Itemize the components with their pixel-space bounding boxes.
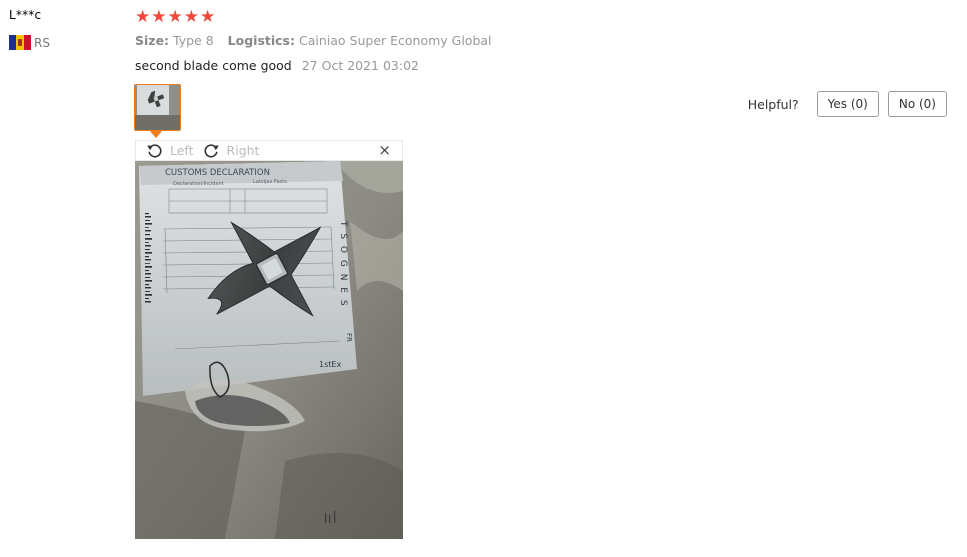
- thumbnail-pointer: [150, 131, 162, 138]
- reviewer-name: L***c: [9, 8, 42, 22]
- logistics-label: Logistics:: [227, 33, 295, 48]
- close-icon[interactable]: ×: [378, 141, 391, 160]
- photo-corner-text: 1stEx: [319, 360, 341, 369]
- rotate-right-icon: [204, 144, 219, 158]
- product-attributes: Size: Type 8 Logistics: Cainiao Super Ec…: [135, 33, 492, 48]
- helpful-vote: Helpful? Yes (0) No (0): [748, 91, 947, 117]
- size-value: Type 8: [173, 33, 214, 48]
- rotate-left-icon: [147, 144, 162, 158]
- photo-form-subtitle-right: Latvijas Pasts: [253, 179, 287, 185]
- photo-side-text: T S O G N E S: [338, 220, 348, 308]
- rotate-right-button[interactable]: Right: [203, 143, 260, 158]
- helpful-yes-button[interactable]: Yes (0): [816, 91, 879, 117]
- photo-viewer: Left Right × CUSTOMS DECLARATION Declara…: [135, 140, 403, 539]
- rotate-left-label: Left: [170, 143, 194, 158]
- rotate-right-label: Right: [226, 143, 260, 158]
- helpful-no-button[interactable]: No (0): [887, 91, 947, 117]
- photo-fr-text: FR: [345, 333, 353, 342]
- review-item: L***c RS ★ ★ ★ ★ ★ Size: Type 8 Logistic…: [0, 0, 967, 557]
- review-text: second blade come good: [135, 58, 292, 73]
- size-label: Size:: [135, 33, 170, 48]
- review-date: 27 Oct 2021 03:02: [301, 58, 420, 73]
- star-icon: ★: [183, 7, 199, 27]
- star-icon: ★: [151, 7, 167, 27]
- helpful-label: Helpful?: [747, 96, 799, 112]
- photo-viewer-toolbar: Left Right ×: [135, 140, 403, 161]
- star-rating: ★ ★ ★ ★ ★: [135, 7, 216, 27]
- reviewer-country: RS: [9, 35, 50, 50]
- star-icon: ★: [200, 7, 216, 27]
- star-icon: ★: [167, 7, 183, 27]
- review-content: second blade come good 27 Oct 2021 03:02: [135, 58, 419, 73]
- review-photo-thumbnail[interactable]: [134, 84, 181, 131]
- country-code: RS: [34, 35, 50, 50]
- star-icon: ★: [135, 7, 151, 27]
- review-photo: CUSTOMS DECLARATION Declaration/Incident…: [135, 161, 403, 539]
- photo-form-title: CUSTOMS DECLARATION: [165, 168, 270, 178]
- logistics-value: Cainiao Super Economy Global: [298, 33, 492, 48]
- rotate-left-button[interactable]: Left: [146, 143, 194, 158]
- photo-form-subtitle-left: Declaration/Incident: [173, 181, 224, 187]
- flag-icon: [9, 35, 31, 50]
